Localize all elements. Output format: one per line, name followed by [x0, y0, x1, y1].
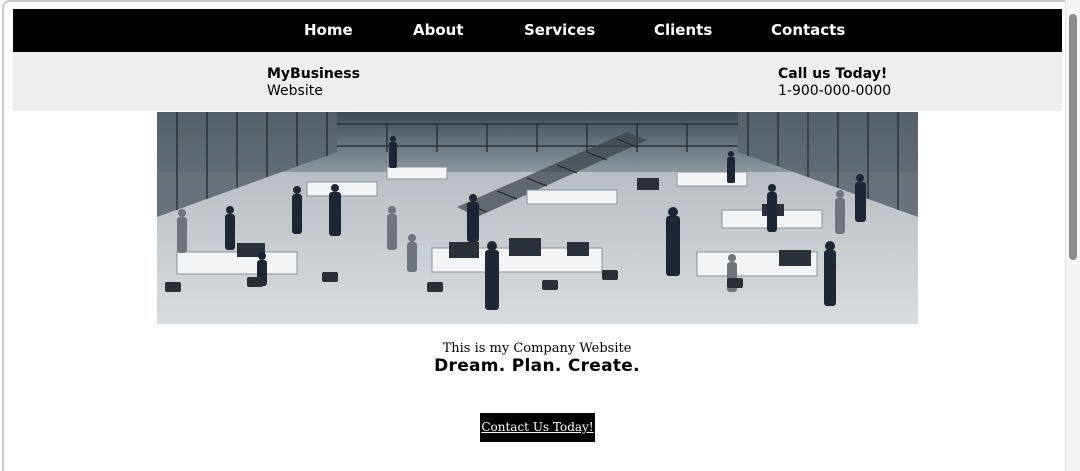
vertical-scrollbar[interactable] [1065, 0, 1080, 471]
contact-us-button[interactable]: Contact Us Today! [480, 413, 595, 442]
top-navigation-bar: Home About Services Clients Contacts [13, 9, 1062, 52]
slogan-heading: Dream. Plan. Create. [434, 356, 640, 376]
contact-block: Call us Today! 1-900-000-0000 [778, 66, 891, 100]
phone-number: 1-900-000-0000 [778, 83, 892, 99]
office-photo-illustration [157, 112, 918, 324]
tagline-text: This is my Company Website [442, 341, 632, 356]
nav-services-link[interactable]: Services [524, 9, 595, 52]
browser-viewport: Home About Services Clients Contacts MyB… [2, 0, 1066, 471]
brand-subtitle: Website [267, 83, 323, 99]
header-info-bar: MyBusiness Website Call us Today! 1-900-… [13, 52, 1062, 111]
brand-name: MyBusiness [267, 66, 360, 82]
scrollbar-thumb[interactable] [1069, 14, 1077, 260]
brand-block: MyBusiness Website [267, 66, 360, 100]
nav-clients-link[interactable]: Clients [654, 9, 712, 52]
nav-home-link[interactable]: Home [304, 9, 353, 52]
nav-about-link[interactable]: About [413, 9, 464, 52]
hero-image [157, 112, 918, 324]
call-us-heading: Call us Today! [778, 66, 888, 82]
nav-contacts-link[interactable]: Contacts [771, 9, 845, 52]
